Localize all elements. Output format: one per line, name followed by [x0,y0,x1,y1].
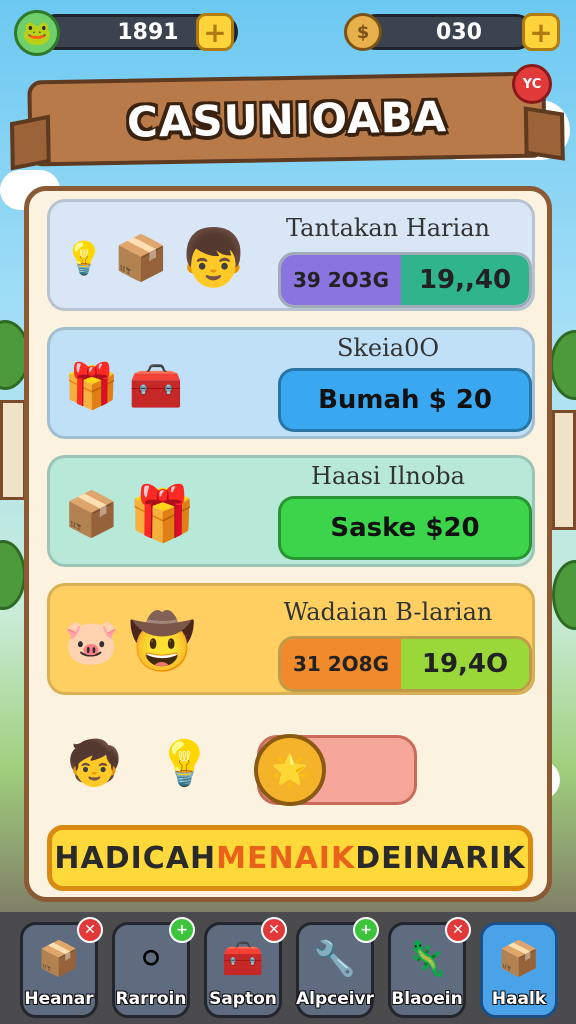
coins-value: 030 [436,19,482,45]
banner-ribbon-left [10,114,51,171]
mascot-icon: ⚪ [136,939,166,979]
bonus-toggle[interactable]: 🌟 [254,734,417,806]
plus-badge-icon[interactable]: + [353,917,379,943]
title-banner: CASUNIOABA [10,71,565,171]
crate-icon: 📦 [497,939,541,979]
pig-icon: 🐷 [64,617,119,668]
nav-item-alpceivr[interactable]: 🔧 Alpceivr + [295,917,379,1018]
reward-value: 19,4O [401,639,529,689]
card-illustration: 🐷 🤠 [64,600,244,684]
box-icon: 📦 [113,233,169,284]
plus-badge-icon[interactable]: + [169,917,195,943]
crate-icon: 📦 [37,939,81,979]
star-coin-icon: 🌟 [254,734,326,806]
nav-item-heanar[interactable]: 📦 Heanar ✕ [20,917,103,1018]
lizard-icon: 🦎 [405,939,449,979]
coins-counter: 030 [358,14,534,50]
daily-task-card[interactable]: 💡 📦 👦 Tantakan Harian 39 2O3G 19,,40 [47,199,535,311]
close-badge-icon[interactable]: ✕ [77,917,103,943]
chest-icon: 🧰 [221,939,265,979]
reward-pill[interactable]: 31 2O8G 19,4O [278,636,532,692]
bottom-nav: 📦 Heanar ✕ ⚪ Rarroin + 🧰 Sapton ✕ 🔧 Alpc… [0,912,576,1024]
claim-reward-button[interactable]: HADICAH MENAIK DEINARIK [47,825,533,891]
main-panel: 💡 📦 👦 Tantakan Harian 39 2O3G 19,,40 🎁 🧰… [24,186,552,902]
reward-time: 31 2O8G [281,639,401,689]
child-character-icon: 🧒 [67,738,122,789]
nav-label: Sapton [209,989,277,1009]
lightbulb-icon: 💡 [64,239,104,277]
close-badge-icon[interactable]: ✕ [261,917,287,943]
add-gems-button[interactable]: + [196,13,234,51]
notification-pin-icon[interactable]: YC [512,64,552,104]
coin-icon: $ [344,13,382,51]
nav-label: Blaoein [391,989,463,1009]
top-bar: 1891 🐸 + 030 $ + [14,10,562,56]
banner-ribbon-right [523,106,565,161]
boy-character-icon: 👦 [178,226,249,291]
add-coins-button[interactable]: + [522,13,560,51]
reward-value: 19,,40 [401,255,529,305]
card-illustration: 💡 📦 👦 [64,216,248,300]
card-title: Tantakan Harian [286,214,490,242]
page-title: CASUNIOABA [126,91,448,147]
gift-box-icon: 🎁 [128,482,197,545]
card-illustration: 📦 🎁 [64,472,244,556]
gift-icon: 🎁 [64,361,119,412]
card-title: Skeia0O [336,334,440,362]
gift-box-card[interactable]: 📦 🎁 Haasi Ilnoba Saske $20 [47,455,535,567]
house [0,400,26,500]
house [552,410,576,530]
reward-pill[interactable]: 39 2O3G 19,,40 [278,252,532,308]
cta-label-part3: DEINARIK [355,840,526,876]
close-badge-icon[interactable]: ✕ [445,917,471,943]
frog-avatar-icon[interactable]: 🐸 [14,10,60,56]
nav-item-rarroin[interactable]: ⚪ Rarroin + [112,917,195,1018]
cowboy-character-icon: 🤠 [128,610,197,673]
chest-card[interactable]: 🎁 🧰 Skeia0O Bumah $ 20 [47,327,535,439]
tools-icon: 🔧 [313,939,357,979]
nav-label: Alpceivr [295,989,375,1009]
cta-label-part1: HADICAH [54,840,217,876]
card-title: Haasi Ilnoba [311,462,465,490]
reward-time: 39 2O3G [281,255,401,305]
lightbulb-icon: 💡 [157,738,212,789]
card-illustration: 🎁 🧰 [64,344,244,428]
nav-label: Rarroin [115,989,187,1009]
nav-label: Heanar [24,989,94,1009]
nav-label: Haalk [491,989,547,1009]
nav-item-haalk[interactable]: 📦 Haalk [480,922,558,1018]
treasure-chest-icon: 🧰 [128,361,184,412]
purchase-button[interactable]: Saske $20 [278,496,532,560]
extra-row: 🧒 💡 🌟 [47,721,535,811]
box-icon: 📦 [64,489,119,540]
nav-item-sapton[interactable]: 🧰 Sapton ✕ [204,917,287,1018]
nav-item-blaoein[interactable]: 🦎 Blaoein ✕ [388,917,471,1018]
cta-label-highlight: MENAIK [216,840,356,876]
card-title: Wadaian B-larian [283,598,493,626]
weekly-task-card[interactable]: 🐷 🤠 Wadaian B-larian 31 2O8G 19,4O [47,583,535,695]
buy-button[interactable]: Bumah $ 20 [278,368,532,432]
